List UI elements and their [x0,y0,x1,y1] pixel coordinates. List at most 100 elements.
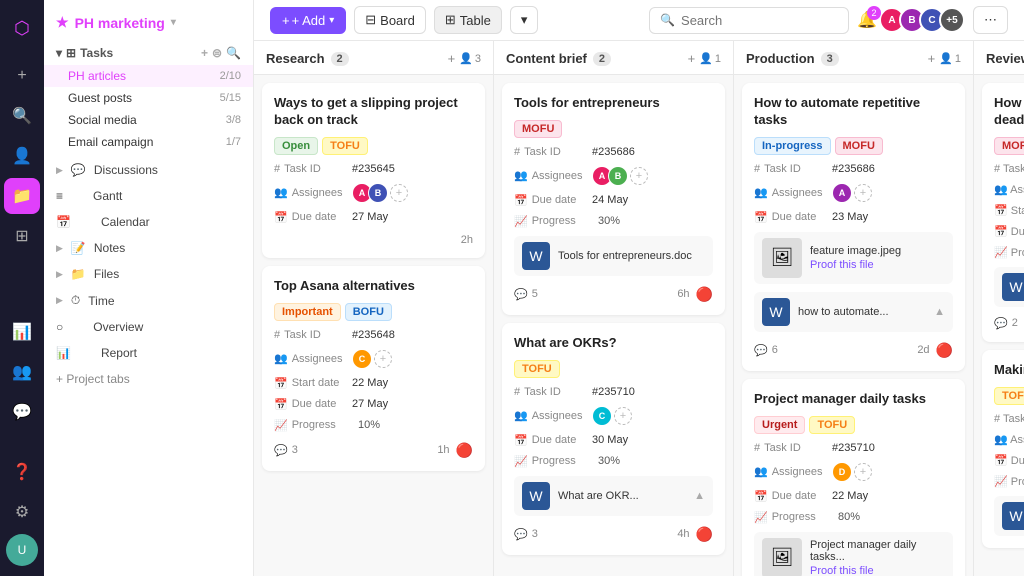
sidebar-time[interactable]: ▶ ⏱ Time [44,287,253,314]
word-file-icon: W [522,242,550,270]
search-box[interactable]: 🔍 [649,7,849,34]
add-card-icon[interactable]: + [448,51,456,66]
board-view-button[interactable]: ⊟ Board [354,6,426,34]
field-duedate: 📅 Due date 30 May [514,434,713,447]
sidebar-overview[interactable]: ○ Overview [44,314,253,340]
column-title: Content brief [506,51,587,66]
column-research: Research 2 + 👤3 Ways to get a slipping p… [254,41,494,576]
app-logo: ⬡ [4,10,40,46]
nav-help[interactable]: ❓ [4,454,40,490]
card-comments: 💬 3 [274,444,298,457]
add-assignee[interactable]: + [614,407,632,425]
tasks-header[interactable]: ▾ ⊞ Tasks + ⊜ 🔍 [44,41,253,65]
attachment-doc: W What are OKR... ▲ [514,476,713,516]
calendar-icon: 📅 [274,211,288,224]
proof-link[interactable]: Proof this file [810,259,901,271]
card-time: 2h [461,234,473,246]
sidebar-discussions[interactable]: ▶ 💬 Discussions [44,157,253,183]
progress-icon: 📈 [274,419,288,432]
avatar-more[interactable]: +5 [939,7,965,33]
card-comments: 💬 3 [514,528,538,541]
more-options-button[interactable]: ⋯ [973,6,1008,34]
time-icon: ⏱ [71,293,80,308]
calendar-icon: 📅 [56,215,71,229]
nav-projects[interactable]: 📁 [4,178,40,214]
tag-bofu: BOFU [345,303,392,321]
card-tags: MOFU [994,137,1024,155]
more-icon: ⋯ [984,12,997,28]
sidebar-gantt[interactable]: ≡ Gantt [44,183,253,209]
card-asana-alternatives: Top Asana alternatives Important BOFU # … [262,266,485,471]
add-button[interactable]: + + Add ▾ [270,7,346,34]
sidebar-calendar[interactable]: 📅 Calendar [44,209,253,235]
chevron-down-icon: ▾ [521,12,528,28]
card-tags: TOFU [994,387,1024,405]
task-group-ph-articles[interactable]: PH articles 2/10 [44,65,253,87]
more-views-button[interactable]: ▾ [510,6,539,34]
calendar-icon: 📅 [514,194,528,207]
task-group-email-campaign[interactable]: Email campaign 1/7 [44,131,253,153]
sidebar-files[interactable]: ▶ 📁 Files [44,261,253,287]
add-assignee[interactable]: + [854,463,872,481]
field-assignees: 👥 Assignees C + [274,349,473,369]
card-tags: Open TOFU [274,137,473,155]
tag-tofu: TOFU [322,137,368,155]
add-card-icon[interactable]: + [928,51,936,66]
project-title: PH marketing [75,15,165,31]
nav-me[interactable]: 👤 [4,138,40,174]
column-header-review: Review 2 [974,41,1024,75]
notifications[interactable]: 🔔 2 [857,10,877,30]
word-file-icon: W [1002,502,1024,530]
sidebar-report[interactable]: 📊 Report [44,340,253,366]
column-actions: + 👤3 [448,51,481,66]
add-assignee[interactable]: + [374,350,392,368]
assignee-avatars: D + [832,462,872,482]
card-time: 6h [677,288,689,300]
sidebar-notes[interactable]: ▶ 📝 Notes [44,235,253,261]
nav-chat[interactable]: 💬 [4,394,40,430]
nav-reports[interactable]: 📊 [4,314,40,350]
add-assignee[interactable]: + [630,167,648,185]
field-progress: 📈 Progress [994,475,1024,488]
nav-search[interactable]: 🔍 [4,98,40,134]
add-card-icon[interactable]: + [688,51,696,66]
nav-add[interactable]: + [4,58,40,94]
attachment-img: 🖼 feature image.jpeg Proof this file [754,232,953,284]
card-title: Project manager daily tasks [754,391,953,408]
table-view-button[interactable]: ⊞ Table [434,6,502,34]
comment-icon: 💬 [754,344,768,357]
filter-icon[interactable]: ⊜ [212,46,222,60]
image-thumbnail: 🖼 [762,238,802,278]
user-avatar[interactable]: U [6,534,38,566]
warning-icon: 🔴 [696,286,713,303]
add-project-tabs[interactable]: + Project tabs [44,366,253,392]
chevron-right-icon: ▶ [56,269,63,280]
task-group-guest-posts[interactable]: Guest posts 5/15 [44,87,253,109]
field-assignees: 👥 Assignees C + [514,406,713,426]
task-group-social-media[interactable]: Social media 3/8 [44,109,253,131]
main-content: + + Add ▾ ⊟ Board ⊞ Table ▾ 🔍 🔔 2 A B C … [254,0,1024,576]
nav-settings[interactable]: ⚙ [4,494,40,530]
nav-people[interactable]: 👥 [4,354,40,390]
proof-link[interactable]: Proof this file [810,565,945,576]
field-taskid: # Task ID [994,413,1024,425]
nav-everything[interactable]: ⊞ [4,218,40,254]
add-task-icon[interactable]: + [201,46,208,60]
hash-icon: # [754,442,760,454]
field-assignees: 👥 Assignees A B + [514,166,713,186]
star-icon: ★ [56,14,69,31]
people-icon: 👥 [274,352,288,365]
attachment-info: What are OKR... [558,490,639,502]
search-input[interactable] [681,13,838,28]
comment-count: 2 [1012,317,1018,329]
notes-icon: 📝 [71,241,86,255]
word-file-icon: W [762,298,790,326]
search-tasks-icon[interactable]: 🔍 [226,46,241,60]
add-assignee[interactable]: + [390,184,408,202]
cards-production: How to automate repetitive tasks In-prog… [734,75,973,576]
field-progress: 📈 Progress 30% [514,215,713,228]
assignee-avatars: A B + [352,183,408,203]
field-assignees: 👥 Assignees [994,183,1024,196]
project-header[interactable]: ★ PH marketing ▾ [44,8,253,37]
add-assignee[interactable]: + [854,184,872,202]
